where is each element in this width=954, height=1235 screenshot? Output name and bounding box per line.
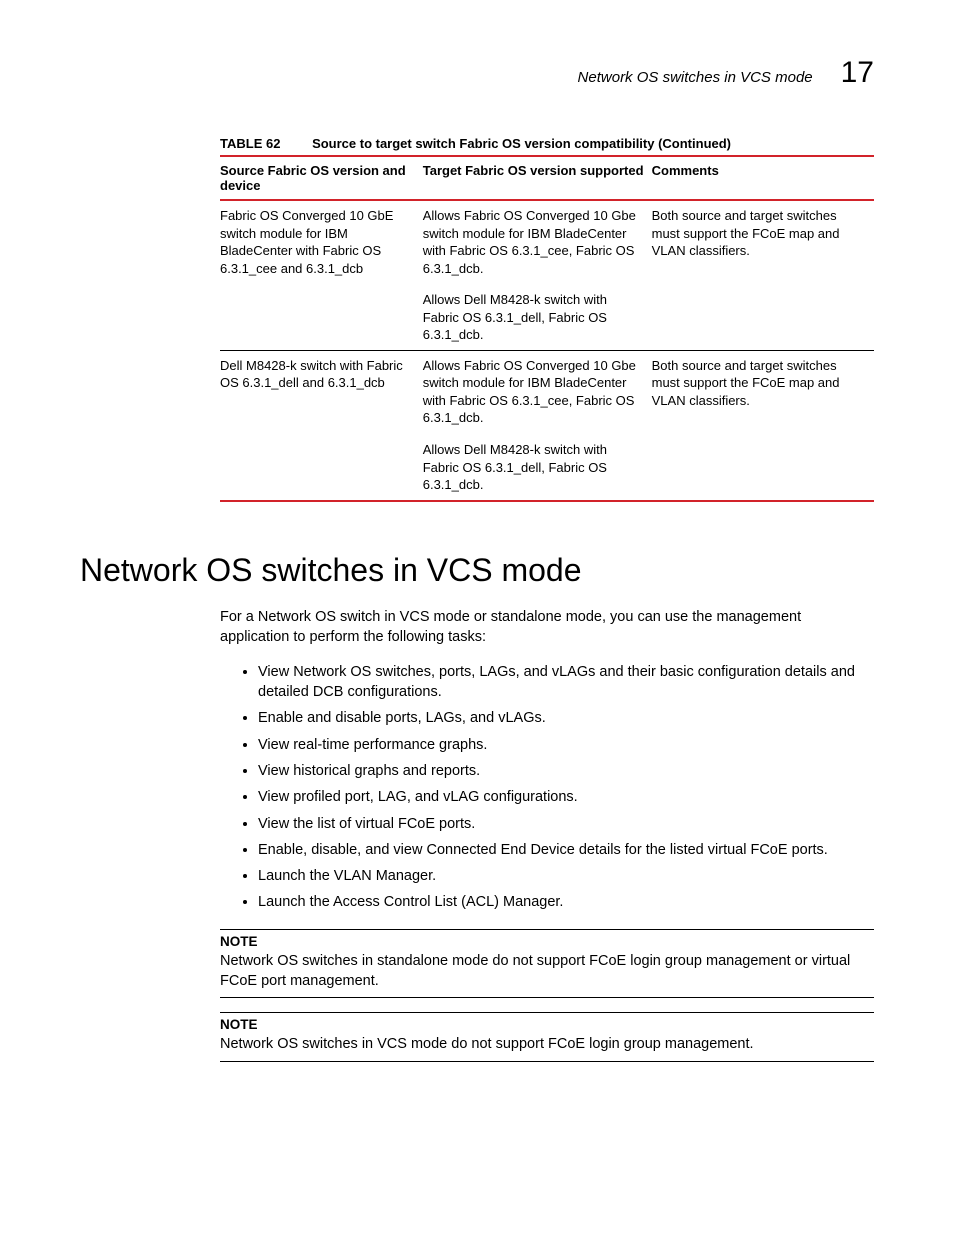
list-item: View profiled port, LAG, and vLAG config… [258, 787, 874, 807]
table-row: Dell M8428-k switch with Fabric OS 6.3.1… [220, 350, 874, 500]
list-item: Launch the VLAN Manager. [258, 866, 874, 886]
note-body: Network OS switches in VCS mode do not s… [220, 1034, 874, 1054]
running-header: Network OS switches in VCS mode 17 [80, 56, 874, 90]
note-body: Network OS switches in standalone mode d… [220, 951, 874, 992]
intro-paragraph: For a Network OS switch in VCS mode or s… [220, 607, 874, 648]
cell-source: Dell M8428-k switch with Fabric OS 6.3.1… [220, 350, 423, 500]
table-block: TABLE 62 Source to target switch Fabric … [220, 136, 874, 502]
running-header-title: Network OS switches in VCS mode [578, 69, 813, 86]
table-description: Source to target switch Fabric OS versio… [312, 136, 731, 151]
note-label: NOTE [220, 934, 874, 949]
note-label: NOTE [220, 1017, 874, 1032]
task-list: View Network OS switches, ports, LAGs, a… [238, 662, 874, 913]
list-item: View Network OS switches, ports, LAGs, a… [258, 662, 874, 703]
list-item: Enable and disable ports, LAGs, and vLAG… [258, 708, 874, 728]
table-header-target: Target Fabric OS version supported [423, 156, 652, 200]
table-header-comments: Comments [652, 156, 874, 200]
cell-target: Allows Fabric OS Converged 10 Gbe switch… [423, 200, 652, 350]
compatibility-table: Source Fabric OS version and device Targ… [220, 155, 874, 502]
list-item: Enable, disable, and view Connected End … [258, 840, 874, 860]
cell-target-p2: Allows Dell M8428-k switch with Fabric O… [423, 291, 638, 344]
list-item: View the list of virtual FCoE ports. [258, 814, 874, 834]
cell-source: Fabric OS Converged 10 GbE switch module… [220, 200, 423, 350]
table-caption: TABLE 62 Source to target switch Fabric … [220, 136, 874, 151]
page: Network OS switches in VCS mode 17 TABLE… [0, 0, 954, 1136]
list-item: Launch the Access Control List (ACL) Man… [258, 892, 874, 912]
list-item: View historical graphs and reports. [258, 761, 874, 781]
cell-target-p1: Allows Fabric OS Converged 10 Gbe switch… [423, 207, 638, 277]
cell-target: Allows Fabric OS Converged 10 Gbe switch… [423, 350, 652, 500]
cell-comments: Both source and target switches must sup… [652, 350, 874, 500]
note-block: NOTE Network OS switches in VCS mode do … [220, 1012, 874, 1061]
note-block: NOTE Network OS switches in standalone m… [220, 929, 874, 999]
cell-target-p1: Allows Fabric OS Converged 10 Gbe switch… [423, 357, 638, 427]
table-label: TABLE 62 [220, 136, 280, 151]
section-heading: Network OS switches in VCS mode [80, 552, 874, 589]
table-header-source: Source Fabric OS version and device [220, 156, 423, 200]
cell-target-p2: Allows Dell M8428-k switch with Fabric O… [423, 441, 638, 494]
chapter-number: 17 [841, 56, 874, 90]
section-body: For a Network OS switch in VCS mode or s… [220, 607, 874, 1062]
table-header-row: Source Fabric OS version and device Targ… [220, 156, 874, 200]
cell-comments: Both source and target switches must sup… [652, 200, 874, 350]
table-row: Fabric OS Converged 10 GbE switch module… [220, 200, 874, 350]
list-item: View real-time performance graphs. [258, 735, 874, 755]
